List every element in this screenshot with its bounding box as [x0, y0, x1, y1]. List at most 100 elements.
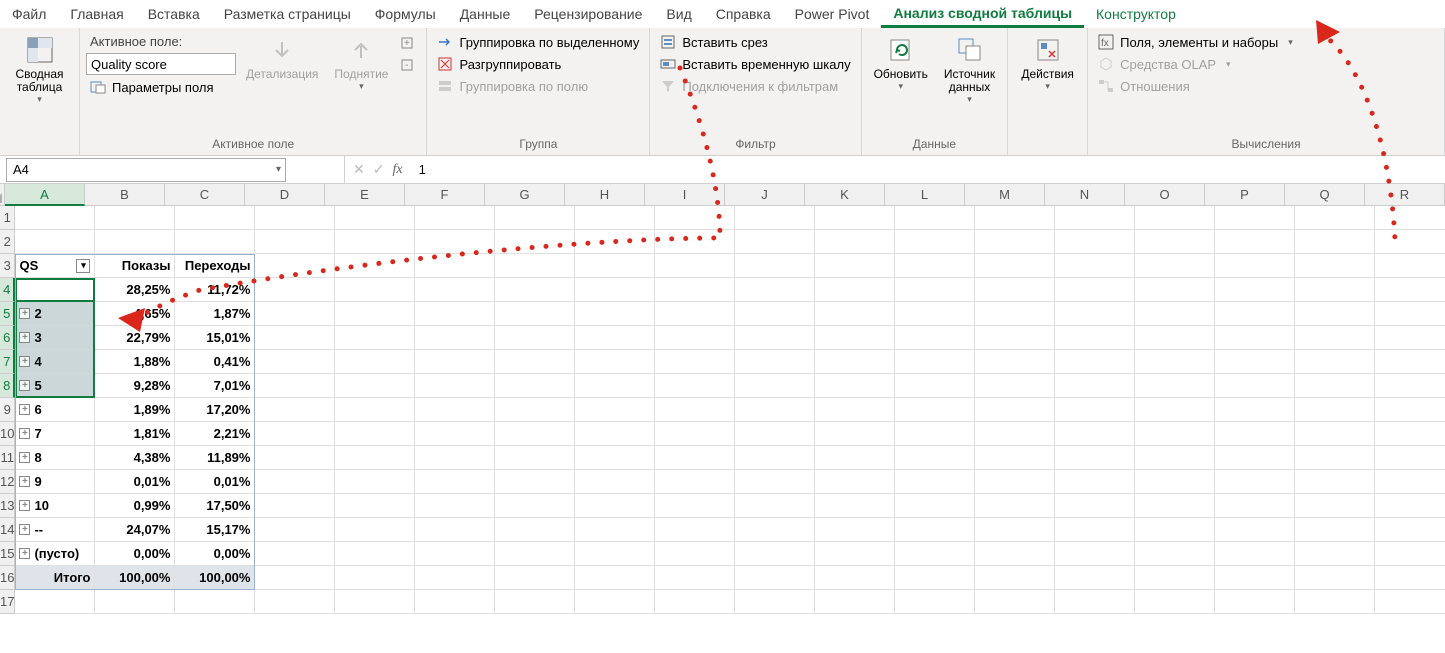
cell[interactable] — [1215, 470, 1295, 494]
cell[interactable]: 15,17% — [175, 518, 255, 542]
cell[interactable] — [1295, 446, 1375, 470]
cell[interactable]: Показы — [95, 254, 175, 278]
cell[interactable] — [415, 398, 495, 422]
cell[interactable]: 1,81% — [95, 422, 175, 446]
cell[interactable] — [735, 278, 815, 302]
cell[interactable] — [1375, 542, 1445, 566]
insert-slicer-button[interactable]: Вставить срез — [656, 32, 854, 52]
cell[interactable]: 17,50% — [175, 494, 255, 518]
cell[interactable] — [895, 446, 975, 470]
spreadsheet-grid[interactable]: ABCDEFGHIJKLMNOPQR 123456789101112131415… — [0, 184, 1445, 614]
cell[interactable] — [255, 254, 335, 278]
cell[interactable] — [335, 302, 415, 326]
expand-icon[interactable]: + — [19, 332, 30, 343]
cell[interactable] — [815, 278, 895, 302]
cell[interactable] — [1295, 278, 1375, 302]
actions-button[interactable]: Действия ▾ — [1015, 32, 1080, 94]
cell[interactable] — [415, 350, 495, 374]
cell[interactable] — [735, 566, 815, 590]
cell[interactable] — [1055, 278, 1135, 302]
expand-field-icon[interactable]: + — [400, 36, 418, 52]
cell[interactable]: +3 — [15, 326, 95, 350]
cell[interactable] — [1295, 326, 1375, 350]
cell[interactable] — [655, 542, 735, 566]
cell[interactable] — [975, 206, 1055, 230]
cell[interactable] — [1055, 422, 1135, 446]
cell[interactable] — [1215, 278, 1295, 302]
row-header-9[interactable]: 9 — [0, 398, 15, 422]
cell[interactable] — [1055, 398, 1135, 422]
cell[interactable] — [415, 422, 495, 446]
cell[interactable] — [975, 302, 1055, 326]
cell[interactable] — [575, 518, 655, 542]
cell[interactable] — [1375, 350, 1445, 374]
cell[interactable] — [1135, 302, 1215, 326]
accept-icon[interactable]: ✓ — [373, 161, 385, 178]
cell[interactable] — [975, 566, 1055, 590]
cell[interactable] — [575, 350, 655, 374]
cell[interactable]: 11,72% — [175, 278, 255, 302]
cell[interactable] — [815, 590, 895, 614]
expand-icon[interactable]: + — [19, 500, 30, 511]
cell[interactable] — [1055, 590, 1135, 614]
cell[interactable] — [1295, 422, 1375, 446]
cell[interactable] — [895, 254, 975, 278]
row-header-10[interactable]: 10 — [0, 422, 15, 446]
cell[interactable] — [895, 230, 975, 254]
cell[interactable] — [255, 350, 335, 374]
cell[interactable]: 0,01% — [95, 470, 175, 494]
cell[interactable] — [95, 230, 175, 254]
cell[interactable] — [895, 494, 975, 518]
cell[interactable]: 4,65% — [95, 302, 175, 326]
col-header-E[interactable]: E — [325, 184, 405, 206]
cell[interactable] — [1215, 422, 1295, 446]
cell[interactable] — [735, 206, 815, 230]
cell[interactable] — [495, 206, 575, 230]
cell[interactable]: 0,01% — [175, 470, 255, 494]
cell[interactable] — [1295, 518, 1375, 542]
cell[interactable] — [335, 590, 415, 614]
cell[interactable] — [175, 230, 255, 254]
cell[interactable] — [815, 518, 895, 542]
row-header-7[interactable]: 7 — [0, 350, 15, 374]
row-header-16[interactable]: 16 — [0, 566, 15, 590]
cell[interactable] — [975, 470, 1055, 494]
cell[interactable] — [15, 590, 95, 614]
cell[interactable]: +(пусто) — [15, 542, 95, 566]
cell[interactable] — [1215, 326, 1295, 350]
cell[interactable] — [255, 230, 335, 254]
row-header-17[interactable]: 17 — [0, 590, 15, 614]
cell[interactable]: +7 — [15, 422, 95, 446]
cell[interactable] — [815, 422, 895, 446]
col-header-C[interactable]: C — [165, 184, 245, 206]
cell[interactable] — [735, 374, 815, 398]
col-header-P[interactable]: P — [1205, 184, 1285, 206]
cell[interactable] — [1375, 230, 1445, 254]
cell[interactable] — [575, 398, 655, 422]
expand-icon[interactable]: + — [19, 476, 30, 487]
cell[interactable] — [175, 206, 255, 230]
cell[interactable] — [1055, 518, 1135, 542]
cell[interactable] — [255, 206, 335, 230]
cell[interactable] — [815, 374, 895, 398]
cell[interactable] — [815, 470, 895, 494]
cell[interactable]: 4,38% — [95, 446, 175, 470]
cell[interactable]: 1,89% — [95, 398, 175, 422]
cell[interactable] — [495, 302, 575, 326]
cell[interactable] — [255, 590, 335, 614]
cell[interactable] — [815, 566, 895, 590]
row-header-2[interactable]: 2 — [0, 230, 15, 254]
row-header-1[interactable]: 1 — [0, 206, 15, 230]
cell[interactable] — [1295, 470, 1375, 494]
change-source-button[interactable]: Источник данных ▾ — [938, 32, 1001, 107]
cell[interactable] — [1295, 206, 1375, 230]
cell[interactable]: 100,00% — [95, 566, 175, 590]
cell[interactable]: Переходы — [175, 254, 255, 278]
cell[interactable] — [1055, 542, 1135, 566]
row-header-14[interactable]: 14 — [0, 518, 15, 542]
cell[interactable] — [1135, 350, 1215, 374]
expand-icon[interactable]: + — [19, 308, 30, 319]
cell[interactable] — [495, 542, 575, 566]
cell[interactable]: 0,00% — [175, 542, 255, 566]
expand-icon[interactable]: + — [19, 284, 30, 295]
